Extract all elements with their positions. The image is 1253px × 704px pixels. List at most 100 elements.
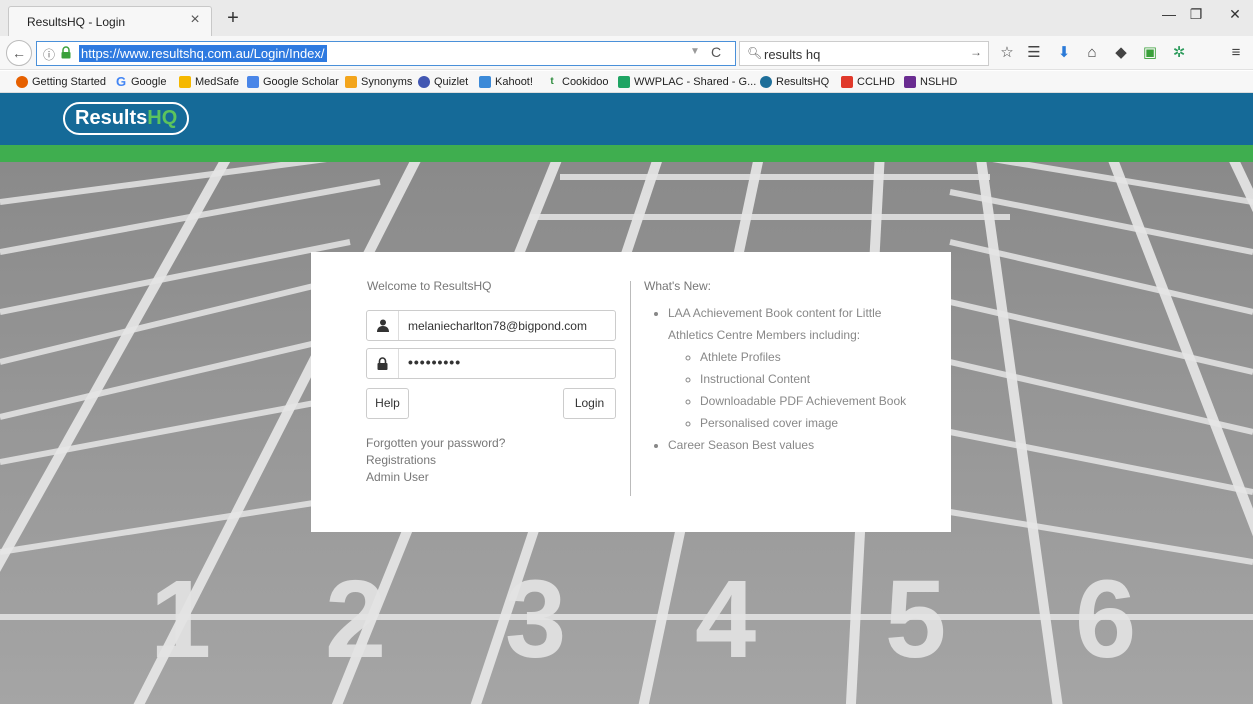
- bookmark-label: ResultsHQ: [776, 76, 830, 88]
- news-sublist: Athlete Profiles Instructional Content D…: [700, 346, 913, 434]
- firefox-icon: [16, 76, 28, 88]
- bookmark-label: Getting Started: [32, 76, 106, 88]
- search-go-icon[interactable]: →: [970, 45, 982, 59]
- restore-icon[interactable]: ❐: [1176, 6, 1216, 23]
- bookmark-kahoot[interactable]: Kahoot!: [479, 74, 533, 90]
- home-icon[interactable]: ⌂: [1082, 44, 1102, 62]
- forgot-password-link[interactable]: Forgotten your password?: [366, 435, 505, 452]
- card-divider: [630, 281, 631, 496]
- list-item: Personalised cover image: [700, 412, 913, 434]
- new-tab-icon[interactable]: +: [222, 7, 244, 30]
- scholar-icon: [247, 76, 259, 88]
- search-query[interactable]: results hq: [764, 47, 820, 62]
- resultshq-icon: [760, 76, 772, 88]
- quizlet-icon: [418, 76, 430, 88]
- list-item: LAA Achievement Book content for Little …: [668, 302, 913, 434]
- addon-icon[interactable]: ✲: [1169, 44, 1189, 62]
- bookmark-star-icon[interactable]: ☆: [997, 44, 1017, 62]
- bookmark-label: WWPLAC - Shared - G...: [634, 76, 757, 88]
- search-icon: 🔍︎: [747, 46, 763, 60]
- menu-icon[interactable]: ≡: [1226, 44, 1246, 62]
- bookmarks-bar: Getting Started G Google MedSafe Google S…: [0, 71, 1253, 93]
- password-value: •••••••••: [408, 354, 462, 370]
- lock-icon: [61, 46, 71, 59]
- browser-tab[interactable]: ResultsHQ - Login ×: [8, 6, 212, 36]
- news-item-text: LAA Achievement Book content for Little …: [668, 306, 882, 342]
- bookmark-medsafe[interactable]: MedSafe: [179, 74, 239, 90]
- site-header: ResultsHQ: [0, 93, 1253, 145]
- bookmark-label: Synonyms: [361, 76, 413, 88]
- email-field[interactable]: melaniecharlton78@bigpond.com: [366, 310, 616, 341]
- list-item: Athlete Profiles: [700, 346, 913, 368]
- list-item: Downloadable PDF Achievement Book: [700, 390, 913, 412]
- search-bar[interactable]: 🔍︎ results hq →: [739, 41, 989, 66]
- nslhd-icon: [904, 76, 916, 88]
- login-button[interactable]: Login: [563, 388, 616, 419]
- logo-text-hq: HQ: [147, 107, 178, 129]
- extension-icon[interactable]: ▣: [1140, 44, 1160, 62]
- bookmark-label: Kahoot!: [495, 76, 533, 88]
- email-value: melaniecharlton78@bigpond.com: [408, 319, 587, 333]
- whats-new-list: LAA Achievement Book content for Little …: [668, 302, 913, 456]
- tab-close-icon[interactable]: ×: [185, 11, 205, 29]
- whats-new-heading: What's New:: [644, 279, 711, 293]
- lock-icon: [367, 349, 399, 378]
- back-icon[interactable]: ←: [6, 40, 32, 66]
- resultshq-logo[interactable]: ResultsHQ: [63, 102, 190, 135]
- tab-title: ResultsHQ - Login: [27, 15, 126, 29]
- list-item: Instructional Content: [700, 368, 913, 390]
- address-bar[interactable]: ⓘ https://www.resultshq.com.au/Login/Ind…: [36, 41, 736, 66]
- bookmark-google-scholar[interactable]: Google Scholar: [247, 74, 339, 90]
- green-accent-strip: [0, 145, 1253, 162]
- lane-number: 2: [325, 558, 386, 681]
- lane-number: 6: [1075, 558, 1136, 681]
- kahoot-icon: [479, 76, 491, 88]
- bookmark-label: CCLHD: [857, 76, 895, 88]
- bookmark-cclhd[interactable]: CCLHD: [841, 74, 895, 90]
- bookmark-label: Google Scholar: [263, 76, 339, 88]
- google-icon: G: [115, 74, 127, 89]
- bookmark-label: MedSafe: [195, 76, 240, 88]
- window-close-icon[interactable]: ✕: [1215, 6, 1253, 23]
- bookmark-quizlet[interactable]: Quizlet: [418, 74, 468, 90]
- lane-number: 5: [885, 558, 946, 681]
- download-icon[interactable]: ⬇: [1054, 44, 1074, 62]
- help-button[interactable]: Help: [366, 388, 409, 419]
- lane-number: 1: [150, 558, 211, 681]
- synonyms-icon: [345, 76, 357, 88]
- browser-tab-strip: ResultsHQ - Login × + — ❐ ✕: [0, 0, 1253, 36]
- bookmark-google[interactable]: G Google: [115, 74, 167, 90]
- list-item: Career Season Best values: [668, 434, 913, 456]
- cookidoo-icon: t: [550, 76, 554, 87]
- bookmark-label: Cookidoo: [562, 76, 609, 88]
- url-dropdown-icon[interactable]: ▼: [690, 46, 700, 57]
- drive-icon: [618, 76, 630, 88]
- bookmark-label: Google: [131, 76, 167, 88]
- medsafe-icon: [179, 76, 191, 88]
- user-icon: [367, 311, 399, 340]
- logo-text-results: Results: [75, 107, 148, 129]
- bookmark-synonyms[interactable]: Synonyms: [345, 74, 412, 90]
- bookmark-getting-started[interactable]: Getting Started: [16, 74, 106, 90]
- browser-navbar: ← ⓘ https://www.resultshq.com.au/Login/I…: [0, 36, 1253, 70]
- bookmark-cookidoo[interactable]: t Cookidoo: [546, 74, 608, 90]
- welcome-heading: Welcome to ResultsHQ: [367, 279, 492, 293]
- info-icon[interactable]: ⓘ: [43, 46, 55, 63]
- cclhd-icon: [841, 76, 853, 88]
- url-text[interactable]: https://www.resultshq.com.au/Login/Index…: [79, 45, 327, 62]
- registrations-link[interactable]: Registrations: [366, 452, 505, 469]
- lane-number: 3: [505, 558, 566, 681]
- pocket-icon[interactable]: ◆: [1111, 44, 1131, 62]
- bookmark-label: Quizlet: [434, 76, 469, 88]
- password-field[interactable]: •••••••••: [366, 348, 616, 379]
- admin-user-link[interactable]: Admin User: [366, 469, 505, 486]
- bookmark-resultshq[interactable]: ResultsHQ: [760, 74, 829, 90]
- account-links: Forgotten your password? Registrations A…: [366, 435, 505, 486]
- login-card: Welcome to ResultsHQ melaniecharlton78@b…: [311, 252, 951, 532]
- bookmark-label: NSLHD: [920, 76, 958, 88]
- lane-number: 4: [695, 558, 756, 681]
- reload-icon[interactable]: C: [711, 44, 721, 60]
- bookmark-nslhd[interactable]: NSLHD: [904, 74, 957, 90]
- bookmark-wwplac[interactable]: WWPLAC - Shared - G...: [618, 74, 756, 90]
- reading-list-icon[interactable]: ☰: [1024, 44, 1044, 62]
